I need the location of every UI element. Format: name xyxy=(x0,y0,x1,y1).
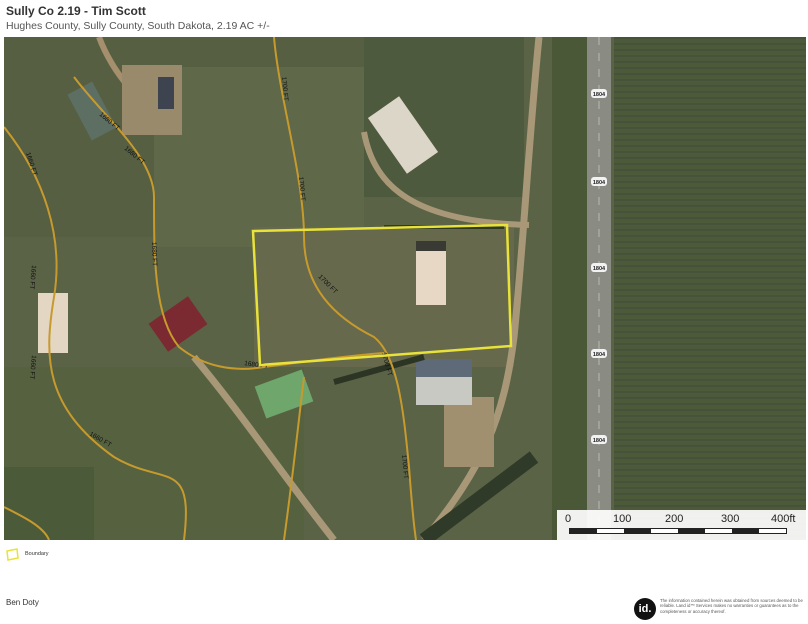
scale-track xyxy=(569,528,787,534)
map-canvas: 1680 FT 1680 FT 1700 FT 1700 FT 1660 FT … xyxy=(4,37,806,540)
land-id-logo-icon: id. xyxy=(634,598,656,620)
map-title: Sully Co 2.19 - Tim Scott xyxy=(6,4,146,18)
building xyxy=(416,243,446,305)
map-header: Sully Co 2.19 - Tim Scott Hughes County,… xyxy=(6,4,802,36)
scale-tick-label: 100 xyxy=(613,513,632,525)
highway-1804 xyxy=(587,37,611,540)
map-legend: Boundary xyxy=(6,546,49,562)
satellite-map[interactable]: 1680 FT 1680 FT 1700 FT 1700 FT 1660 FT … xyxy=(4,37,806,540)
map-subtitle: Hughes County, Sully County, South Dakot… xyxy=(6,20,270,32)
parcel-ground xyxy=(254,227,514,367)
road-shield-1804: 1804 xyxy=(593,266,606,272)
scale-tick-label: 300 xyxy=(721,513,740,525)
road-shield-1804: 1804 xyxy=(593,438,606,444)
scale-tick-label: 400ft xyxy=(771,513,796,525)
contour-label: 1680 FT xyxy=(150,242,158,266)
legend-label-boundary: Boundary xyxy=(25,551,49,557)
road-shield-1804: 1804 xyxy=(593,92,606,98)
road-shield-1804: 1804 xyxy=(593,180,606,186)
agent-name: Ben Doty xyxy=(6,598,39,607)
scale-bar: 0 100 200 300 400ft xyxy=(557,510,806,540)
building xyxy=(158,77,174,109)
disclaimer-text: The information contained herein was obt… xyxy=(660,598,803,614)
scale-tick-label: 0 xyxy=(565,513,572,525)
scale-tick-label: 200 xyxy=(665,513,684,525)
road-shield-1804: 1804 xyxy=(593,352,606,358)
boundary-swatch-icon xyxy=(6,547,19,561)
crop-field xyxy=(614,37,806,540)
